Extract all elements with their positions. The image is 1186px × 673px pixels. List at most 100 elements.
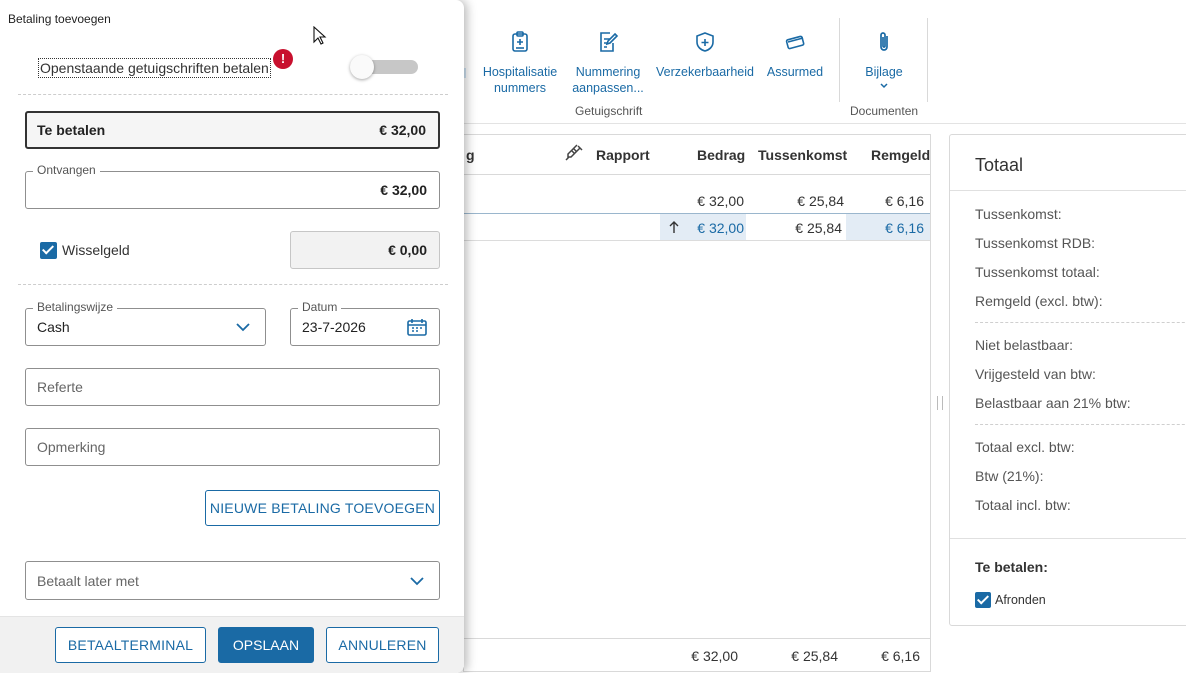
referte-input[interactable]: Referte xyxy=(25,368,440,406)
nummering-label: Nummering aanpassen... xyxy=(572,65,644,95)
hospital-badge-icon xyxy=(512,31,528,52)
betaalterminal-button[interactable]: BETAALTERMINAL xyxy=(55,627,206,663)
column-header-rapport[interactable]: Rapport xyxy=(596,147,650,163)
datum-field[interactable]: Datum 23-7-2026 xyxy=(290,300,440,346)
verzekerbaarheid-label: Verzekerbaarheid xyxy=(656,65,754,79)
totaal-incl-btw-label: Totaal incl. btw: xyxy=(975,497,1071,513)
tussenkomst-rdb-label: Tussenkomst RDB: xyxy=(975,235,1096,251)
edit-document-icon xyxy=(600,32,619,52)
chevron-down-icon xyxy=(880,83,888,89)
btw-21-label: Btw (21%): xyxy=(975,468,1044,484)
assurmed-label: Assurmed xyxy=(766,65,824,79)
nieuwe-betaling-toevoegen-button[interactable]: NIEUWE BETALING TOEVOEGEN xyxy=(205,490,440,526)
totals-divider xyxy=(975,424,1186,425)
column-header-tussenkomst[interactable]: Tussenkomst xyxy=(758,147,847,163)
betalingswijze-label: Betalingswijze xyxy=(33,300,118,314)
mouse-cursor-icon xyxy=(313,26,327,45)
dialog-footer: BETAALTERMINAL OPSLAAN ANNULEREN xyxy=(0,616,464,673)
niet-belastbaar-label: Niet belastbaar: xyxy=(975,337,1074,353)
totaal-excl-btw-label: Totaal excl. btw: xyxy=(975,439,1075,455)
betalingswijze-value: Cash xyxy=(37,319,70,335)
assurmed-button[interactable]: Assurmed xyxy=(763,30,827,80)
datum-label: Datum xyxy=(298,300,342,314)
ontvangen-label: Ontvangen xyxy=(33,163,100,177)
panel-splitter-handle[interactable] xyxy=(937,396,943,410)
chevron-down-icon xyxy=(236,323,250,332)
hospitalisatie-label: Hospitalisatie nummers xyxy=(482,65,558,95)
paperclip-icon xyxy=(880,32,888,51)
bijlage-label: Bijlage xyxy=(865,65,903,79)
shield-plus-icon xyxy=(696,32,714,52)
certificates-grid: g Rapport Bedrag Tussenkomst Remgeld € 3… xyxy=(463,134,931,672)
openstaande-switch-label[interactable]: Openstaande getuigschriften betalen xyxy=(38,58,271,78)
totals-divider xyxy=(975,322,1186,323)
betaalt-later-placeholder: Betaalt later met xyxy=(37,573,139,589)
toggle-knob xyxy=(350,55,374,79)
table-row[interactable]: € 32,00 € 25,84 € 6,16 xyxy=(464,213,930,241)
row1-bedrag: € 32,00 xyxy=(697,193,744,209)
row2-tussenkomst: € 25,84 xyxy=(795,220,842,236)
ribbon-separator-end xyxy=(927,18,928,102)
column-header-bedrag[interactable]: Bedrag xyxy=(697,147,745,163)
footer-tussenkomst: € 25,84 xyxy=(791,648,838,664)
totals-title: Totaal xyxy=(975,155,1024,175)
verzekerbaarheid-button[interactable]: Verzekerbaarheid xyxy=(655,30,755,80)
datum-value: 23-7-2026 xyxy=(302,319,366,335)
column-header-remgeld[interactable]: Remgeld xyxy=(871,147,930,163)
betalingswijze-select[interactable]: Betalingswijze Cash xyxy=(25,300,266,346)
wisselgeld-field: € 0,00 xyxy=(290,231,440,269)
te-betalen-field: Te betalen € 32,00 xyxy=(25,111,440,149)
section-divider xyxy=(18,284,448,285)
row1-remgeld: € 6,16 xyxy=(885,193,924,209)
chevron-down-icon xyxy=(410,577,424,586)
afronden-checkbox[interactable] xyxy=(975,592,991,608)
table-row[interactable]: € 32,00 € 25,84 € 6,16 xyxy=(464,185,930,211)
remgeld-excl-btw-label: Remgeld (excl. btw): xyxy=(975,293,1103,309)
ribbon-toolbar: Hospitalisatie nummers Nummering aanpass… xyxy=(463,0,1186,124)
openstaande-toggle[interactable] xyxy=(350,55,418,79)
opslaan-button[interactable]: OPSLAAN xyxy=(218,627,314,663)
nummering-aanpassen-button[interactable]: Nummering aanpassen... xyxy=(567,30,649,96)
te-betalen-label: Te betalen xyxy=(37,122,106,138)
warning-icon: ! xyxy=(273,49,293,69)
row2-bedrag: € 32,00 xyxy=(697,220,744,236)
totals-section-divider xyxy=(950,538,1186,539)
betaling-toevoegen-dialog: Betaling toevoegen Openstaande getuigsch… xyxy=(0,0,464,673)
footer-remgeld: € 6,16 xyxy=(881,648,920,664)
group-documenten: Documenten xyxy=(850,104,919,118)
grid-footer-totals: € 32,00 € 25,84 € 6,16 xyxy=(464,639,930,673)
dialog-title: Betaling toevoegen xyxy=(8,12,111,26)
section-divider xyxy=(18,94,448,95)
annuleren-button[interactable]: ANNULEREN xyxy=(326,627,439,663)
header-divider xyxy=(464,174,930,175)
calendar-icon[interactable] xyxy=(407,318,427,336)
wisselgeld-value: € 0,00 xyxy=(388,242,427,258)
tussenkomst-label: Tussenkomst: xyxy=(975,206,1062,222)
row2-remgeld: € 6,16 xyxy=(885,220,924,236)
card-icon xyxy=(785,35,805,50)
hospitalisatie-nummers-button[interactable]: Hospitalisatie nummers xyxy=(479,30,561,96)
wisselgeld-label: Wisselgeld xyxy=(62,242,130,258)
arrow-up-icon xyxy=(669,221,679,233)
te-betalen-value: € 32,00 xyxy=(379,122,426,138)
totals-title-divider xyxy=(950,190,1186,191)
vrijgesteld-label: Vrijgesteld van btw: xyxy=(975,366,1096,382)
footer-bedrag: € 32,00 xyxy=(691,648,738,664)
syringe-icon xyxy=(565,144,583,161)
wisselgeld-checkbox[interactable] xyxy=(40,242,57,259)
referte-placeholder: Referte xyxy=(37,379,83,395)
tussenkomst-totaal-label: Tussenkomst totaal: xyxy=(975,264,1100,280)
belastbaar-21-label: Belastbaar aan 21% btw: xyxy=(975,395,1131,411)
ontvangen-field[interactable]: Ontvangen € 32,00 xyxy=(25,163,440,209)
betaalt-later-met-select[interactable]: Betaalt later met xyxy=(25,561,440,600)
te-betalen-label: Te betalen: xyxy=(975,559,1048,575)
afronden-label: Afronden xyxy=(995,593,1046,607)
bijlage-button[interactable]: Bijlage xyxy=(849,30,919,90)
group-getuigschrift: Getuigschrift xyxy=(575,104,643,118)
opmerking-placeholder: Opmerking xyxy=(37,439,106,455)
opmerking-input[interactable]: Opmerking xyxy=(25,428,440,466)
totals-panel: Totaal Tussenkomst: Tussenkomst RDB: Tus… xyxy=(949,134,1186,626)
row1-tussenkomst: € 25,84 xyxy=(797,193,844,209)
column-header-partial[interactable]: g xyxy=(466,147,475,163)
ontvangen-value: € 32,00 xyxy=(380,182,427,198)
